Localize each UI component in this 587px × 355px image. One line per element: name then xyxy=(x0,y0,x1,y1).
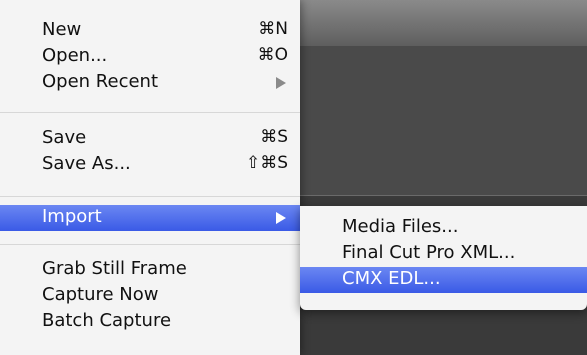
menu-item-open[interactable]: Open... ⌘O xyxy=(0,44,300,70)
screen: New ⌘N Open... ⌘O Open Recent Save ⌘S Sa… xyxy=(0,0,587,355)
menu-separator xyxy=(0,112,300,113)
right-triangle-icon xyxy=(276,212,286,224)
menu-item-shortcut: ⌘N xyxy=(258,19,288,39)
menu-item-label: Open Recent xyxy=(42,71,159,92)
menu-item-shortcut: ⌘O xyxy=(257,45,288,65)
submenu-item-label: Media Files... xyxy=(342,216,459,237)
import-submenu: Media Files... Final Cut Pro XML... CMX … xyxy=(300,206,587,310)
menu-item-label: Import xyxy=(42,206,102,227)
submenu-item-label: Final Cut Pro XML... xyxy=(342,242,516,263)
menu-item-open-recent[interactable]: Open Recent xyxy=(0,70,300,96)
right-triangle-icon xyxy=(276,77,286,89)
menu-item-label: Batch Capture xyxy=(42,310,172,331)
menu-item-capture-now[interactable]: Capture Now xyxy=(0,283,300,309)
menu-item-import[interactable]: Import xyxy=(0,205,300,231)
menu-item-label: Open... xyxy=(42,45,108,66)
menu-item-label: Capture Now xyxy=(42,284,159,305)
menu-item-label: New xyxy=(42,19,82,40)
background-toolbar xyxy=(300,46,587,196)
menu-item-shortcut: ⌘S xyxy=(260,127,288,147)
menu-item-label: Save xyxy=(42,127,87,148)
menu-separator xyxy=(0,244,300,245)
menu-item-grab-still-frame[interactable]: Grab Still Frame xyxy=(0,257,300,283)
menu-item-label: Save As... xyxy=(42,153,131,174)
submenu-item-media-files[interactable]: Media Files... xyxy=(300,215,587,241)
menu-item-shortcut: ⇧⌘S xyxy=(245,153,288,173)
background-titlebar xyxy=(300,0,587,47)
file-menu: New ⌘N Open... ⌘O Open Recent Save ⌘S Sa… xyxy=(0,0,300,355)
menu-item-new[interactable]: New ⌘N xyxy=(0,18,300,44)
menu-item-save-as[interactable]: Save As... ⇧⌘S xyxy=(0,152,300,178)
submenu-item-label: CMX EDL... xyxy=(342,268,441,289)
menu-item-batch-capture[interactable]: Batch Capture xyxy=(0,309,300,335)
submenu-item-final-cut-pro-xml[interactable]: Final Cut Pro XML... xyxy=(300,241,587,267)
menu-item-label: Grab Still Frame xyxy=(42,258,187,279)
menu-separator xyxy=(0,196,300,197)
menu-item-save[interactable]: Save ⌘S xyxy=(0,126,300,152)
submenu-item-cmx-edl[interactable]: CMX EDL... xyxy=(300,267,587,293)
